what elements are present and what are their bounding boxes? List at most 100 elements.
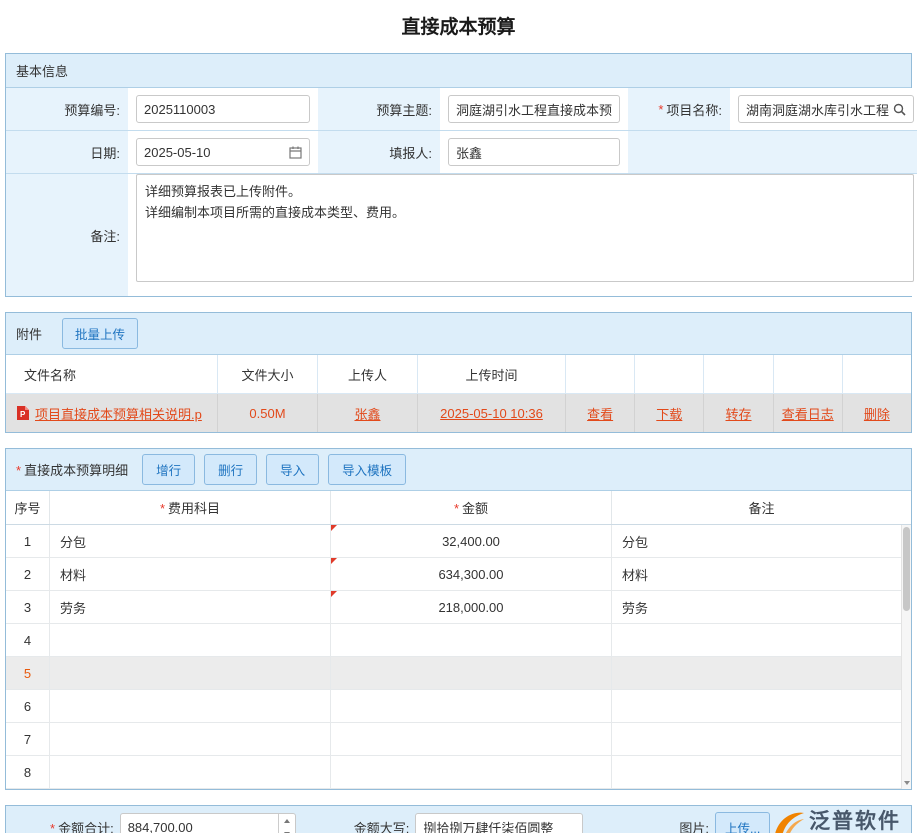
batch-upload-button[interactable]: 批量上传	[62, 318, 138, 349]
attachments-label: 附件	[16, 324, 42, 343]
table-row-selected: 5	[6, 657, 911, 690]
required-mark: *	[160, 501, 165, 516]
required-mark: *	[454, 501, 459, 516]
seq-cell: 2	[6, 558, 50, 590]
basic-info-section: 基本信息 预算编号: 2025110003 预算主题: 洞庭湖引水工程直接成本预…	[5, 53, 912, 297]
spinner-down-icon[interactable]	[279, 827, 295, 833]
col-note: 备注	[612, 491, 911, 524]
delete-row-button[interactable]: 删行	[204, 454, 257, 485]
note-cell[interactable]	[612, 657, 911, 689]
attachments-section: 附件 批量上传 文件名称 文件大小 上传人 上传时间 P 项目直接	[5, 312, 912, 433]
required-mark: *	[16, 463, 21, 478]
seq-cell: 5	[6, 657, 50, 689]
view-link[interactable]: 查看	[587, 404, 613, 423]
view-log-link[interactable]: 查看日志	[782, 404, 834, 423]
action-cell: 下载	[635, 394, 704, 432]
download-link[interactable]: 下载	[656, 404, 682, 423]
table-row: 3 劳务 218,000.00 劳务	[6, 591, 911, 624]
col-seq: 序号	[6, 491, 50, 524]
col-action	[704, 355, 773, 393]
total-amount-label: *金额合计:	[50, 818, 114, 833]
amount-words-input[interactable]: 捌拾捌万肆仟柒佰圆整	[415, 813, 583, 833]
basic-info-grid: 预算编号: 2025110003 预算主题: 洞庭湖引水工程直接成本预 *项目名…	[6, 88, 911, 296]
reporter-label: 填报人:	[318, 131, 440, 174]
note-cell[interactable]	[612, 690, 911, 722]
label-text: 金额合计:	[58, 821, 114, 833]
budget-no-label: 预算编号:	[6, 88, 128, 131]
amount-cell[interactable]: 634,300.00	[331, 558, 612, 590]
amount-cell[interactable]	[331, 657, 612, 689]
col-amount: *金额	[331, 491, 612, 524]
logo-text-wrap: 泛普软件 www.fanpusoft.com	[809, 811, 901, 833]
amount-cell[interactable]	[331, 624, 612, 656]
number-spinner	[278, 814, 295, 833]
table-row: 1 分包 32,400.00 分包	[6, 525, 911, 558]
remark-textarea[interactable]: 详细预算报表已上传附件。 详细编制本项目所需的直接成本类型、费用。	[136, 174, 914, 282]
date-label: 日期:	[6, 131, 128, 174]
col-action	[843, 355, 911, 393]
subject-cell[interactable]: 分包	[50, 525, 331, 557]
file-size-cell: 0.50M	[218, 394, 318, 432]
svg-text:P: P	[20, 410, 26, 419]
subject-cell[interactable]: 劳务	[50, 591, 331, 623]
empty-cell	[628, 131, 917, 174]
project-name-input[interactable]: 湖南洞庭湖水库引水工程	[738, 95, 914, 123]
action-cell: 删除	[843, 394, 911, 432]
date-input[interactable]: 2025-05-10	[136, 138, 310, 166]
search-icon[interactable]	[893, 103, 906, 116]
label-text: 项目名称:	[666, 100, 722, 119]
budget-no-input[interactable]: 2025110003	[136, 95, 310, 123]
uploader-link: 张鑫	[354, 404, 380, 423]
amount-cell[interactable]	[331, 690, 612, 722]
calendar-icon[interactable]	[289, 146, 302, 159]
note-cell[interactable]	[612, 756, 911, 788]
note-cell[interactable]: 分包	[612, 525, 911, 557]
subject-cell[interactable]	[50, 690, 331, 722]
subject-cell[interactable]	[50, 756, 331, 788]
page: 直接成本预算 基本信息 预算编号: 2025110003 预算主题: 洞庭湖引水…	[0, 0, 917, 833]
save-as-link[interactable]: 转存	[726, 404, 752, 423]
upload-time-text: 2025-05-10 10:36	[440, 406, 543, 421]
amount-cell[interactable]	[331, 723, 612, 755]
project-name-label: *项目名称:	[628, 88, 730, 131]
vendor-logo: 泛普软件 www.fanpusoft.com	[771, 808, 901, 833]
date-value: 2025-05-10	[144, 145, 285, 160]
scrollbar-down-button[interactable]	[902, 777, 911, 788]
scrollbar-thumb[interactable]	[903, 527, 910, 611]
add-row-button[interactable]: 增行	[142, 454, 195, 485]
table-row: 6	[6, 690, 911, 723]
file-name-link[interactable]: 项目直接成本预算相关说明.p	[35, 404, 202, 423]
col-file-size: 文件大小	[218, 355, 318, 393]
action-cell: 查看	[566, 394, 635, 432]
logo-text: 泛普软件	[809, 810, 901, 833]
subject-cell[interactable]	[50, 657, 331, 689]
attachments-table-header: 文件名称 文件大小 上传人 上传时间	[6, 355, 911, 394]
subject-cell[interactable]	[50, 723, 331, 755]
delete-link[interactable]: 删除	[864, 404, 890, 423]
col-upload-time: 上传时间	[418, 355, 566, 393]
table-row: 2 材料 634,300.00 材料	[6, 558, 911, 591]
note-cell[interactable]	[612, 723, 911, 755]
table-row: 7	[6, 723, 911, 756]
subject-label: 预算主题:	[318, 88, 440, 131]
note-cell[interactable]	[612, 624, 911, 656]
import-template-button[interactable]: 导入模板	[328, 454, 406, 485]
col-file-name: 文件名称	[6, 355, 218, 393]
note-cell[interactable]: 劳务	[612, 591, 911, 623]
subject-cell[interactable]: 材料	[50, 558, 331, 590]
label-text: 日期:	[90, 143, 120, 162]
vertical-scrollbar[interactable]	[901, 525, 911, 789]
spinner-up-icon[interactable]	[279, 814, 295, 827]
total-amount-input[interactable]: 884,700.00	[120, 813, 296, 833]
note-cell[interactable]: 材料	[612, 558, 911, 590]
amount-cell[interactable]: 218,000.00	[331, 591, 612, 623]
amount-cell[interactable]: 32,400.00	[331, 525, 612, 557]
image-upload-button[interactable]: 上传...	[715, 812, 770, 833]
amount-cell[interactable]	[331, 756, 612, 788]
import-button[interactable]: 导入	[266, 454, 319, 485]
subject-input[interactable]: 洞庭湖引水工程直接成本预	[448, 95, 620, 123]
budget-no-value: 2025110003	[144, 102, 302, 117]
detail-table-header: 序号 *费用科目 *金额 备注	[6, 491, 911, 525]
subject-cell[interactable]	[50, 624, 331, 656]
reporter-input[interactable]: 张鑫	[448, 138, 620, 166]
